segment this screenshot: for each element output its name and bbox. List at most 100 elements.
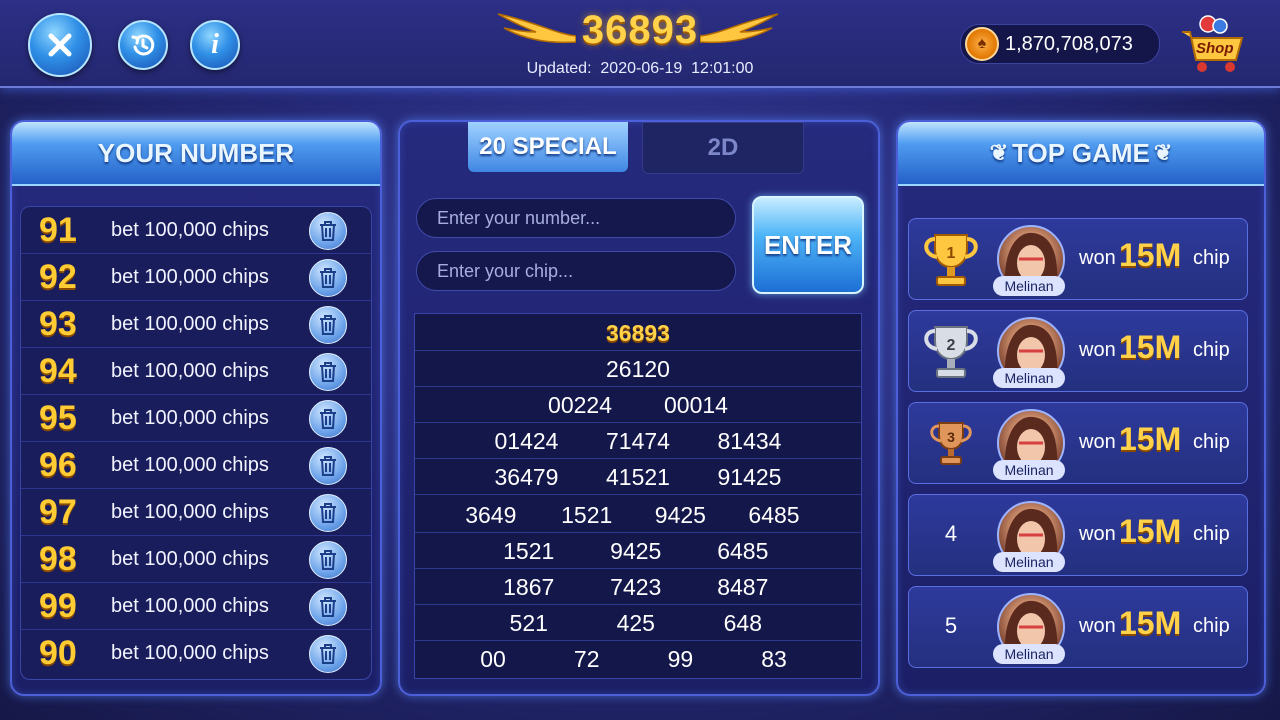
delete-bet-button[interactable]: [309, 353, 347, 391]
won-unit: chip: [1193, 615, 1230, 637]
shop-label: Shop: [1196, 40, 1234, 57]
result-row: 1867 7423 8487: [415, 568, 861, 605]
laurel-right-icon: ❦: [1153, 140, 1173, 165]
top-game-entry: 2 Melinan won 15M chip: [908, 310, 1248, 392]
delete-bet-button[interactable]: [309, 635, 347, 673]
top-game-entry: 1 Melinan won 15M chip: [908, 218, 1248, 300]
delete-bet-button[interactable]: [309, 212, 347, 250]
won-unit: chip: [1193, 247, 1230, 269]
result-value: 01424: [494, 428, 559, 454]
results-table: 36893 26120 00224 00014 01424 71474 8143…: [414, 313, 862, 679]
player-name: Melinan: [993, 552, 1065, 572]
delete-bet-button[interactable]: [309, 447, 347, 485]
svg-text:2: 2: [947, 337, 956, 354]
result-value: 8487: [717, 574, 769, 600]
top-game-title: TOP GAME: [1012, 137, 1150, 168]
result-value: 9425: [610, 538, 662, 564]
result-row: 26120: [415, 350, 861, 387]
result-value: 99: [667, 646, 694, 672]
shop-button[interactable]: Shop: [1178, 14, 1248, 74]
bet-row: 95 bet 100,000 chips: [21, 395, 371, 442]
tab-20-special[interactable]: 20 SPECIAL: [468, 122, 628, 172]
bet-number: 97: [39, 493, 77, 531]
won-amount: 15M: [1119, 513, 1182, 549]
result-value: 6485: [717, 538, 769, 564]
laurel-left-icon: ❦: [989, 140, 1009, 165]
result-value: 1521: [503, 538, 555, 564]
player-name: Melinan: [993, 276, 1065, 296]
your-number-header: YOUR NUMBER: [12, 122, 380, 186]
trash-icon: [320, 315, 336, 335]
chip-input[interactable]: [416, 251, 736, 291]
result-value: 83: [761, 646, 787, 672]
bet-row: 99 bet 100,000 chips: [21, 583, 371, 630]
bet-row: 97 bet 100,000 chips: [21, 489, 371, 536]
won-label: won: [1079, 339, 1116, 361]
chip-balance-amount: 1,870,708,073: [1005, 32, 1133, 55]
svg-text:3: 3: [947, 429, 955, 445]
bet-amount: bet 100,000 chips: [111, 642, 269, 664]
result-value: 91425: [717, 464, 782, 490]
updated-timestamp: Updated: 2020-06-19 12:01:00: [470, 60, 810, 78]
result-value: 521: [509, 610, 548, 636]
delete-bet-button[interactable]: [309, 400, 347, 438]
player-name: Melinan: [993, 644, 1065, 664]
history-button[interactable]: [118, 20, 168, 70]
delete-bet-button[interactable]: [309, 494, 347, 532]
result-value: 7423: [610, 574, 662, 600]
won-label: won: [1079, 431, 1116, 453]
result-value: 36479: [494, 464, 559, 490]
trash-icon: [320, 597, 336, 617]
trash-icon: [320, 456, 336, 476]
result-value: 3649: [465, 502, 517, 528]
your-number-list: 91 bet 100,000 chips 92 bet 100,000 chip…: [20, 206, 372, 680]
delete-bet-button[interactable]: [309, 541, 347, 579]
result-row: 1521 9425 6485: [415, 532, 861, 569]
result-value: 00: [480, 646, 506, 672]
rank-number: 4: [944, 521, 958, 546]
won-label: won: [1079, 247, 1116, 269]
trash-icon: [320, 550, 336, 570]
top-game-header: ❦ TOP GAME ❦: [898, 122, 1264, 186]
updated-label: Updated:: [526, 60, 592, 77]
bet-amount: bet 100,000 chips: [111, 501, 269, 523]
result-value: 00014: [663, 392, 728, 418]
won-unit: chip: [1193, 431, 1230, 453]
won-unit: chip: [1193, 523, 1230, 545]
result-row: 01424 71474 81434: [415, 422, 861, 459]
won-amount: 15M: [1119, 237, 1182, 273]
result-value: 72: [573, 646, 600, 672]
tab-2d[interactable]: 2D: [642, 122, 804, 174]
svg-text:1: 1: [947, 245, 956, 262]
bet-amount: bet 100,000 chips: [111, 454, 269, 476]
info-icon: i: [211, 29, 219, 60]
result-jackpot: 36893: [606, 320, 670, 346]
delete-bet-button[interactable]: [309, 588, 347, 626]
result-row: 00224 00014: [415, 386, 861, 423]
result-value: 81434: [717, 428, 782, 454]
delete-bet-button[interactable]: [309, 259, 347, 297]
close-button[interactable]: [28, 13, 92, 77]
history-icon: [131, 34, 155, 56]
bet-number: 96: [39, 446, 77, 484]
enter-button[interactable]: ENTER: [752, 196, 864, 294]
updated-date: 2020-06-19: [600, 60, 683, 77]
number-input[interactable]: [416, 198, 736, 238]
bet-amount: bet 100,000 chips: [111, 548, 269, 570]
bet-row: 94 bet 100,000 chips: [21, 348, 371, 395]
top-game-entry: 3 Melinan won 15M chip: [908, 402, 1248, 484]
delete-bet-button[interactable]: [309, 306, 347, 344]
info-button[interactable]: i: [190, 20, 240, 70]
silver-trophy-icon: 2: [924, 326, 978, 378]
bet-row: 93 bet 100,000 chips: [21, 301, 371, 348]
bet-number: 93: [39, 305, 77, 343]
bet-number: 98: [39, 540, 77, 578]
result-row: 521 425 648: [415, 604, 861, 641]
bet-row: 91 bet 100,000 chips: [21, 207, 371, 254]
player-name: Melinan: [993, 368, 1065, 388]
top-game-entry: 5 Melinan won 15M chip: [908, 586, 1248, 668]
result-value: 6485: [748, 502, 800, 528]
trash-icon: [320, 221, 336, 241]
won-unit: chip: [1193, 339, 1230, 361]
result-row: 00 72 99 83: [415, 640, 861, 676]
